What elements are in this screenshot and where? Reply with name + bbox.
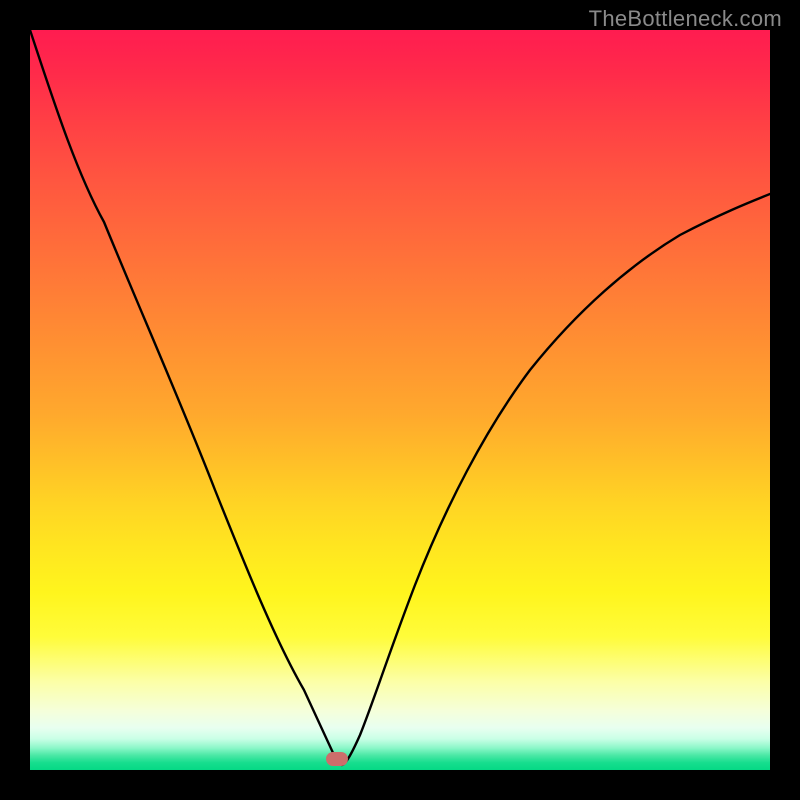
curve-path bbox=[30, 30, 770, 765]
watermark-text: TheBottleneck.com bbox=[589, 6, 782, 32]
bottleneck-curve bbox=[30, 30, 770, 770]
minimum-marker bbox=[326, 752, 348, 766]
chart-frame: TheBottleneck.com bbox=[0, 0, 800, 800]
plot-area bbox=[30, 30, 770, 770]
